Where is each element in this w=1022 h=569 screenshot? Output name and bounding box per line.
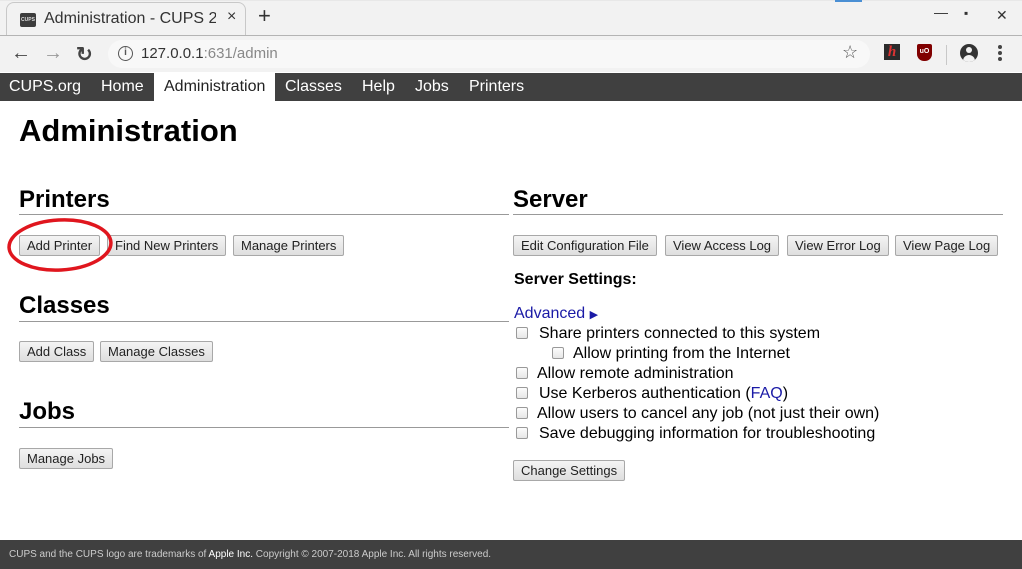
kerberos-faq-link[interactable]: FAQ	[751, 385, 783, 402]
server-settings-label: Server Settings:	[514, 271, 637, 288]
browser-tab-active[interactable]: CUPS Administration - CUPS 2.2.10 ×	[6, 2, 246, 35]
reload-icon[interactable]: ↻	[76, 42, 93, 67]
browser-tab-strip: CUPS Administration - CUPS 2.2.10 × + — …	[0, 0, 1022, 35]
expand-triangle-icon: ▶	[589, 309, 599, 321]
site-info-icon[interactable]: i	[118, 46, 133, 61]
jobs-divider	[19, 427, 509, 428]
remote-admin-checkbox[interactable]	[516, 367, 528, 379]
footer-trademark-text: CUPS and the CUPS logo are trademarks of	[9, 549, 209, 560]
change-settings-button[interactable]: Change Settings	[513, 460, 626, 481]
nav-jobs[interactable]: Jobs	[415, 73, 449, 101]
tab-strip-border	[0, 0, 1022, 1]
add-class-button[interactable]: Add Class	[19, 341, 95, 362]
forward-icon[interactable]: →	[43, 42, 63, 65]
share-printers-checkbox[interactable]	[516, 327, 528, 339]
profile-avatar-icon[interactable]	[960, 44, 978, 62]
allow-internet-printing-checkbox[interactable]	[552, 347, 564, 359]
window-accent-bar	[835, 0, 862, 2]
extension-h-icon[interactable]: h	[884, 44, 900, 60]
tab-title: Administration - CUPS 2.2.10	[44, 10, 216, 27]
printers-heading: Printers	[19, 186, 110, 213]
browser-toolbar: ← → ↻ i 127.0.0.1:631/admin ☆ h uO	[0, 35, 1022, 72]
server-divider	[513, 214, 1003, 215]
kerberos-setting: Use Kerberos authentication (FAQ)	[516, 385, 788, 403]
advanced-settings-link[interactable]: Advanced ▶	[514, 305, 598, 323]
advanced-label: Advanced	[514, 305, 586, 322]
remote-admin-label: Allow remote administration	[537, 365, 734, 382]
window-close-icon[interactable]: ✕	[996, 7, 1008, 24]
kerberos-label-suffix: )	[782, 385, 789, 402]
cancel-any-job-label: Allow users to cancel any job (not just …	[537, 405, 880, 422]
view-error-log-button[interactable]: View Error Log	[787, 235, 889, 256]
page-footer: CUPS and the CUPS logo are trademarks of…	[0, 540, 1022, 569]
debug-logging-label: Save debugging information for troublesh…	[539, 425, 876, 442]
browser-menu-icon[interactable]	[998, 45, 1002, 63]
cancel-any-job-setting: Allow users to cancel any job (not just …	[516, 405, 879, 423]
nav-help[interactable]: Help	[362, 73, 395, 101]
address-bar[interactable]: i 127.0.0.1:631/admin ☆	[108, 40, 870, 68]
footer-apple-link[interactable]: Apple Inc.	[209, 549, 253, 560]
cancel-any-job-checkbox[interactable]	[516, 407, 528, 419]
url-host: 127.0.0.1	[141, 45, 204, 62]
back-icon[interactable]: ←	[11, 42, 31, 65]
cups-favicon-icon: CUPS	[20, 13, 36, 27]
footer-copyright-text: Copyright © 2007-2018 Apple Inc. All rig…	[253, 549, 492, 560]
remote-admin-setting: Allow remote administration	[516, 365, 734, 383]
nav-administration[interactable]: Administration	[154, 73, 276, 101]
url-text[interactable]: 127.0.0.1:631/admin	[141, 45, 278, 62]
printers-divider	[19, 214, 509, 215]
allow-internet-printing-label: Allow printing from the Internet	[573, 345, 790, 362]
server-heading: Server	[513, 186, 588, 213]
jobs-heading: Jobs	[19, 398, 76, 425]
nav-cups-org[interactable]: CUPS.org	[9, 73, 81, 101]
toolbar-separator	[946, 45, 947, 65]
maximize-icon[interactable]: ▪	[964, 6, 968, 20]
manage-printers-button[interactable]: Manage Printers	[233, 235, 345, 256]
share-printers-label: Share printers connected to this system	[539, 325, 821, 342]
manage-classes-button[interactable]: Manage Classes	[100, 341, 213, 362]
allow-internet-printing-setting: Allow printing from the Internet	[552, 345, 790, 363]
view-access-log-button[interactable]: View Access Log	[665, 235, 780, 256]
view-page-log-button[interactable]: View Page Log	[895, 235, 999, 256]
page-title: Administration	[19, 113, 238, 148]
ublock-origin-icon[interactable]: uO	[917, 44, 932, 61]
minimize-icon[interactable]: —	[934, 4, 948, 20]
manage-jobs-button[interactable]: Manage Jobs	[19, 448, 114, 469]
classes-heading: Classes	[19, 292, 110, 319]
nav-home[interactable]: Home	[101, 73, 144, 101]
kerberos-label: Use Kerberos authentication (	[539, 385, 751, 402]
add-printer-button[interactable]: Add Printer	[19, 235, 101, 256]
edit-configuration-file-button[interactable]: Edit Configuration File	[513, 235, 657, 256]
share-printers-setting: Share printers connected to this system	[516, 325, 820, 343]
cups-navigation-bar: CUPS.org Home Administration Classes Hel…	[0, 73, 1022, 101]
new-tab-button[interactable]: +	[258, 3, 271, 29]
classes-divider	[19, 321, 509, 322]
nav-classes[interactable]: Classes	[285, 73, 342, 101]
nav-printers[interactable]: Printers	[469, 73, 524, 101]
bookmark-star-icon[interactable]: ☆	[842, 42, 858, 63]
debug-logging-setting: Save debugging information for troublesh…	[516, 425, 875, 443]
url-path: :631/admin	[203, 45, 278, 62]
debug-logging-checkbox[interactable]	[516, 427, 528, 439]
kerberos-checkbox[interactable]	[516, 387, 528, 399]
tab-close-icon[interactable]: ×	[227, 8, 236, 26]
find-new-printers-button[interactable]: Find New Printers	[107, 235, 227, 256]
